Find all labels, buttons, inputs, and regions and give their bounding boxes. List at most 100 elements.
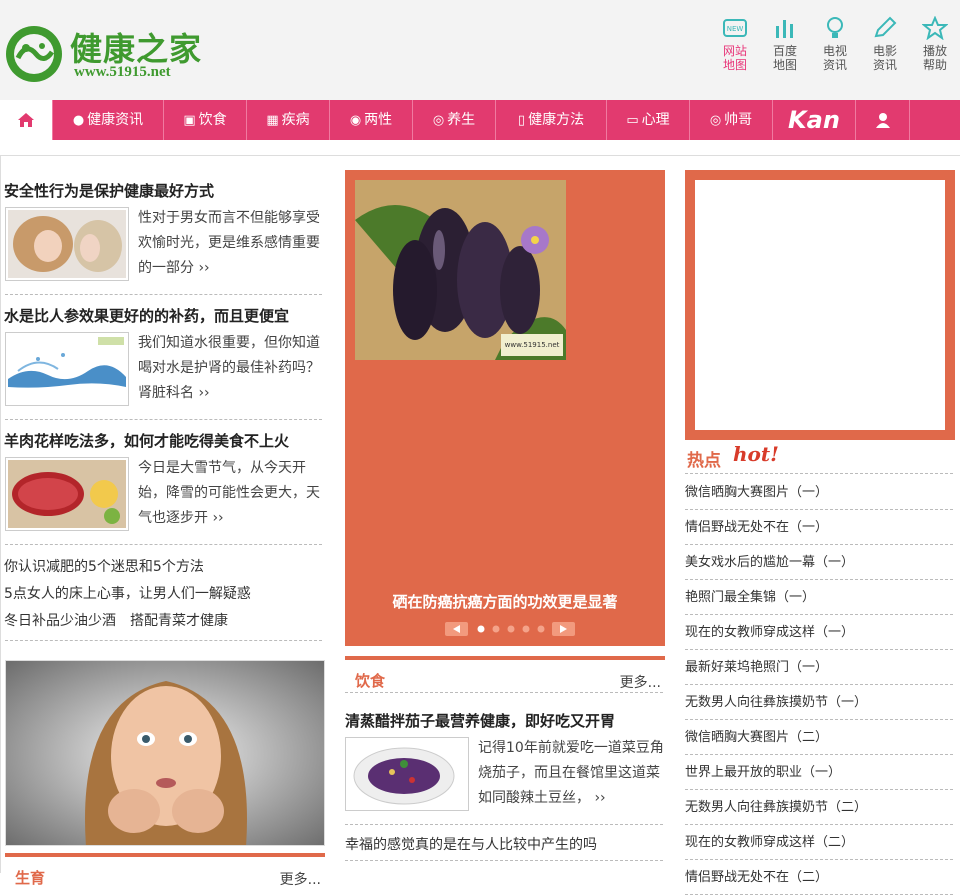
- nav-gender[interactable]: ◉ 两性: [330, 100, 413, 140]
- hot-list-item[interactable]: 无数男人向往彝族摸奶节（二）: [685, 790, 953, 825]
- article-summary: 我们知道水很重要，但你知道喝对水是护肾的最佳补药吗？肾脏科名 ››: [138, 335, 320, 401]
- slider-controls: [445, 621, 575, 637]
- svg-text:NEW: NEW: [727, 25, 744, 33]
- user-icon: [875, 113, 890, 128]
- hot-list-item[interactable]: 艳照门最全集锦（一）: [685, 580, 953, 615]
- hot-section-header: 热点 hot!: [685, 440, 955, 474]
- water-splash-photo: [8, 335, 126, 403]
- divider: [345, 824, 663, 825]
- divider: [345, 692, 663, 693]
- hot-list-item[interactable]: 情侣野战无处不在（一）: [685, 510, 953, 545]
- logo-mark-icon: [6, 26, 62, 82]
- article-thumbnail[interactable]: [5, 207, 129, 281]
- star-icon: [922, 16, 948, 40]
- ad-box: [685, 170, 955, 440]
- article-thumbnail[interactable]: [345, 737, 469, 811]
- slider-dot[interactable]: [522, 625, 530, 633]
- section-title[interactable]: 饮食: [355, 670, 385, 691]
- more-link[interactable]: 更多...: [620, 672, 661, 692]
- ad-slot[interactable]: [695, 180, 945, 430]
- article-title[interactable]: 清蒸醋拌茄子最营养健康，即好吃又开胃: [345, 710, 615, 731]
- mutton-photo: [8, 460, 126, 528]
- article-link[interactable]: 5点女人的床上心事，让男人们一解疑惑: [4, 583, 251, 603]
- nav-user[interactable]: [856, 100, 910, 140]
- pencil-icon: [874, 16, 897, 38]
- section-title[interactable]: 生育: [15, 867, 45, 888]
- divider: [5, 544, 322, 545]
- nav-kan[interactable]: Kan: [773, 100, 856, 140]
- divider: [5, 640, 322, 641]
- hot-list-item[interactable]: 微信晒胸大赛图片（二）: [685, 720, 953, 755]
- nav-home[interactable]: [0, 100, 53, 140]
- hot-list-item[interactable]: 微信晒胸大赛图片（一）: [685, 475, 953, 510]
- article-summary: 性对于男女而言不但能够享受欢愉时光，更是维系感情重要的一部分 ››: [138, 210, 320, 276]
- hot-list-item[interactable]: 现在的女教师穿成这样（二）: [685, 825, 953, 860]
- home-icon: [18, 113, 34, 127]
- nav-wellness[interactable]: ◎ 养生: [413, 100, 496, 140]
- article-summary: 记得10年前就爱吃一道菜豆角烧茄子，而且在餐馆里这道菜如同酸辣土豆丝， ››: [478, 740, 664, 806]
- slider-dot[interactable]: [507, 625, 515, 633]
- content-left-border: [0, 155, 1, 873]
- slider-caption[interactable]: 硒在防癌抗癌方面的功效更是显著: [345, 591, 665, 612]
- site-header: 健康之家 www.51915.net NEW 网站 地图 百度 地图 电视 资讯…: [0, 0, 960, 100]
- slider-next-button[interactable]: [552, 622, 575, 636]
- section-header-diet: 饮食 更多...: [345, 656, 665, 692]
- quick-link-movie-news[interactable]: 电影 资讯: [865, 16, 905, 72]
- feature-photo[interactable]: [5, 660, 325, 846]
- hot-list-item[interactable]: 美女戏水后的尴尬一幕（一）: [685, 545, 953, 580]
- article-summary: 今日是大雪节气，从今天开始，降雪的可能性会更大，天气也逐步开 ››: [138, 460, 320, 526]
- eggplant-dish-photo: [348, 740, 466, 808]
- slider-dot[interactable]: [492, 625, 500, 633]
- alien-icon: ◉: [349, 113, 362, 128]
- quick-link-sitemap[interactable]: NEW 网站 地图: [715, 16, 755, 72]
- quick-link-play-help[interactable]: 播放 帮助: [915, 16, 955, 72]
- divider: [5, 419, 322, 420]
- article-title[interactable]: 安全性行为是保护健康最好方式: [4, 180, 214, 201]
- divider: [5, 294, 322, 295]
- section-header-fertility: 生育 更多...: [5, 853, 325, 888]
- article-title[interactable]: 水是比人参效果更好的的补药，而且更便宜: [4, 305, 289, 326]
- quick-link-tv-news[interactable]: 电视 资讯: [815, 16, 855, 72]
- bar-chart-icon: [776, 20, 793, 38]
- article-link[interactable]: 幸福的感觉真的是在与人比较中产生的吗: [345, 834, 597, 854]
- monitor-icon: ▭: [626, 113, 639, 128]
- tv-icon: ▣: [183, 113, 196, 128]
- nav-health-methods[interactable]: ▯ 健康方法: [496, 100, 607, 140]
- article-thumbnail[interactable]: [5, 332, 129, 406]
- hot-badge: hot!: [733, 442, 779, 466]
- hot-list-item[interactable]: 世界上最开放的职业（一）: [685, 755, 953, 790]
- disc-icon: ◎: [709, 113, 722, 128]
- hot-list-item[interactable]: 现在的女教师穿成这样（一）: [685, 615, 953, 650]
- more-link[interactable]: 更多...: [280, 869, 321, 889]
- new-icon: NEW: [723, 19, 747, 37]
- divider: [345, 860, 663, 861]
- slider-prev-button[interactable]: [445, 622, 468, 636]
- couple-photo: [8, 210, 126, 278]
- article-link[interactable]: 冬日补品少油少酒 搭配青菜才健康: [4, 610, 228, 630]
- site-logo[interactable]: 健康之家 www.51915.net: [4, 22, 204, 86]
- article-title[interactable]: 羊肉花样吃法多，如何才能吃得美食不上火: [4, 430, 289, 451]
- film-icon: ▦: [266, 113, 279, 128]
- article-link[interactable]: 你认识减肥的5个迷思和5个方法: [4, 556, 204, 576]
- slider-dot[interactable]: [537, 625, 545, 633]
- content-top-border: [0, 155, 960, 156]
- nav-health-news[interactable]: ● 健康资讯: [53, 100, 164, 140]
- article-thumbnail[interactable]: [5, 457, 129, 531]
- slider-dot[interactable]: [477, 625, 485, 633]
- hot-title: 热点: [687, 451, 721, 471]
- hot-list-item[interactable]: 无数男人向往彝族摸奶节（一）: [685, 685, 953, 720]
- chat-icon: ●: [72, 113, 85, 128]
- device-icon: ▯: [517, 113, 526, 128]
- image-slider: www.51915.net 硒在防癌抗癌方面的功效更是显著: [345, 170, 665, 646]
- slider-watermark: www.51915.net: [505, 341, 560, 349]
- nav-handsome[interactable]: ◎ 帅哥: [690, 100, 773, 140]
- hot-list-item[interactable]: 情侣野战无处不在（二）: [685, 860, 953, 895]
- disc-icon: ◎: [432, 113, 445, 128]
- slider-image[interactable]: www.51915.net: [355, 180, 566, 360]
- nav-diet[interactable]: ▣ 饮食: [164, 100, 247, 140]
- nav-disease[interactable]: ▦ 疾病: [247, 100, 330, 140]
- quick-link-baidu-map[interactable]: 百度 地图: [765, 16, 805, 72]
- hot-list-item[interactable]: 最新好莱坞艳照门（一）: [685, 650, 953, 685]
- nav-psychology[interactable]: ▭ 心理: [607, 100, 690, 140]
- lightbulb-icon: [827, 17, 843, 38]
